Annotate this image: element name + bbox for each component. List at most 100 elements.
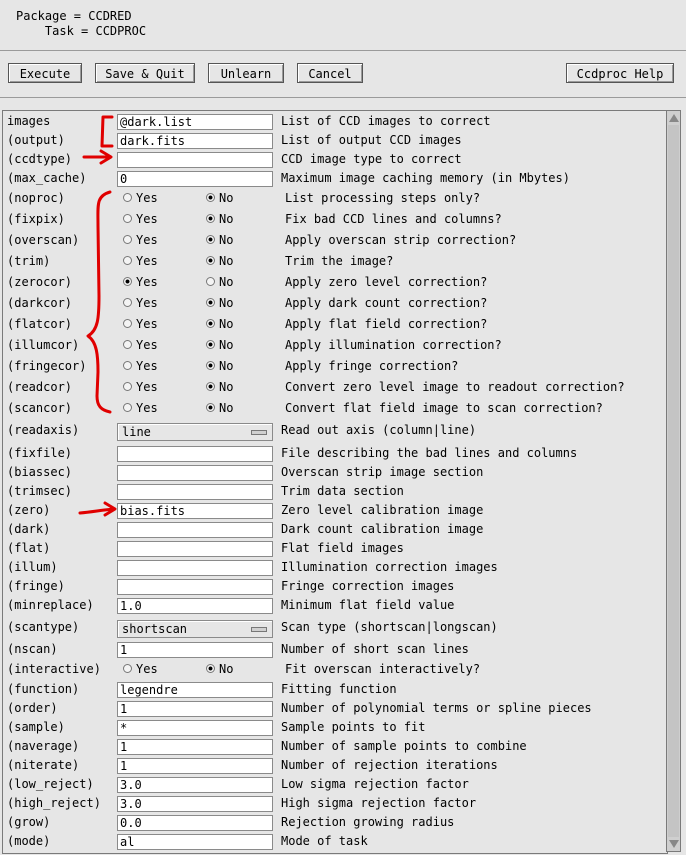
param-name: (output) (7, 133, 65, 147)
radio-yes[interactable] (123, 256, 132, 265)
param-description: Scan type (shortscan|longscan) (281, 620, 498, 634)
param-value-field[interactable]: 3.0 (117, 796, 273, 812)
radio-label-no[interactable]: No (219, 191, 233, 205)
radio-label-yes[interactable]: Yes (136, 254, 158, 268)
radio-label-no[interactable]: No (219, 317, 233, 331)
execute-button[interactable]: Execute (8, 63, 82, 83)
radio-label-yes[interactable]: Yes (136, 275, 158, 289)
param-value-field[interactable] (117, 579, 273, 595)
radio-no[interactable] (206, 298, 215, 307)
radio-no[interactable] (206, 664, 215, 673)
radio-no[interactable] (206, 319, 215, 328)
param-row: (overscan) Yes No Apply overscan strip corr… (3, 231, 667, 250)
radio-no[interactable] (206, 256, 215, 265)
param-description: Overscan strip image section (281, 465, 484, 479)
param-value-field[interactable]: 1 (117, 642, 273, 658)
param-row: (zerocor) Yes No Apply zero level correctio… (3, 273, 667, 292)
radio-label-no[interactable]: No (219, 338, 233, 352)
param-value-field[interactable] (117, 484, 273, 500)
radio-no[interactable] (206, 277, 215, 286)
radio-label-yes[interactable]: Yes (136, 662, 158, 676)
radio-label-no[interactable]: No (219, 359, 233, 373)
radio-yes[interactable] (123, 664, 132, 673)
radio-label-no[interactable]: No (219, 212, 233, 226)
radio-label-no[interactable]: No (219, 275, 233, 289)
radio-yes[interactable] (123, 340, 132, 349)
param-value-field[interactable]: 1 (117, 739, 273, 755)
param-value-field[interactable] (117, 152, 273, 168)
radio-label-no[interactable]: No (219, 401, 233, 415)
radio-no[interactable] (206, 235, 215, 244)
param-description: Trim data section (281, 484, 404, 498)
param-select[interactable]: shortscan (117, 620, 273, 638)
param-description: Fix bad CCD lines and columns? (285, 212, 502, 226)
param-name: (readcor) (7, 380, 73, 394)
param-row: (fixfile) File describing the bad lines a… (3, 444, 667, 463)
cancel-button[interactable]: Cancel (297, 63, 363, 83)
param-value-field[interactable]: * (117, 720, 273, 736)
param-value-field[interactable]: 3.0 (117, 777, 273, 793)
radio-yes[interactable] (123, 214, 132, 223)
param-value-field[interactable]: @dark.list (117, 114, 273, 130)
vertical-scrollbar[interactable] (666, 110, 681, 852)
radio-no[interactable] (206, 361, 215, 370)
radio-label-yes[interactable]: Yes (136, 191, 158, 205)
radio-label-yes[interactable]: Yes (136, 233, 158, 247)
radio-label-no[interactable]: No (219, 662, 233, 676)
radio-label-yes[interactable]: Yes (136, 317, 158, 331)
save-quit-button[interactable]: Save & Quit (95, 63, 195, 83)
param-name: (scancor) (7, 401, 73, 415)
param-value-field[interactable] (117, 465, 273, 481)
param-value-field[interactable]: bias.fits (117, 503, 273, 519)
param-row: (dark) Dark count calibration image (3, 520, 667, 539)
param-description: Apply fringe correction? (285, 359, 459, 373)
unlearn-button[interactable]: Unlearn (208, 63, 284, 83)
param-description: Read out axis (column|line) (281, 423, 477, 437)
radio-label-no[interactable]: No (219, 380, 233, 394)
param-value-field[interactable]: 1.0 (117, 598, 273, 614)
radio-label-yes[interactable]: Yes (136, 380, 158, 394)
radio-yes[interactable] (123, 235, 132, 244)
param-value-field[interactable] (117, 446, 273, 462)
param-row: (order) 1 Number of polynomial terms or sp… (3, 699, 667, 718)
param-value-field[interactable]: dark.fits (117, 133, 273, 149)
radio-yes[interactable] (123, 361, 132, 370)
radio-label-no[interactable]: No (219, 233, 233, 247)
param-row: (fixpix) Yes No Fix bad CCD lines and colum… (3, 210, 667, 229)
radio-no[interactable] (206, 382, 215, 391)
param-value-field[interactable] (117, 560, 273, 576)
scroll-down-icon[interactable] (669, 840, 679, 848)
radio-label-yes[interactable]: Yes (136, 296, 158, 310)
radio-label-yes[interactable]: Yes (136, 401, 158, 415)
param-name: (overscan) (7, 233, 80, 247)
radio-no[interactable] (206, 340, 215, 349)
radio-yes[interactable] (123, 298, 132, 307)
param-value-field[interactable]: 0.0 (117, 815, 273, 831)
param-value-field[interactable]: al (117, 834, 273, 850)
radio-yes[interactable] (123, 403, 132, 412)
radio-label-yes[interactable]: Yes (136, 338, 158, 352)
param-select[interactable]: line (117, 423, 273, 441)
param-value-field[interactable] (117, 522, 273, 538)
radio-yes[interactable] (123, 193, 132, 202)
help-button[interactable]: Ccdproc Help (566, 63, 674, 83)
scroll-track[interactable] (668, 125, 679, 837)
radio-label-yes[interactable]: Yes (136, 359, 158, 373)
param-description: File describing the bad lines and column… (281, 446, 578, 460)
radio-label-yes[interactable]: Yes (136, 212, 158, 226)
radio-yes[interactable] (123, 277, 132, 286)
param-value-field[interactable] (117, 541, 273, 557)
param-value-field[interactable]: legendre (117, 682, 273, 698)
radio-label-no[interactable]: No (219, 296, 233, 310)
radio-no[interactable] (206, 214, 215, 223)
param-value-field[interactable]: 0 (117, 171, 273, 187)
radio-yes[interactable] (123, 319, 132, 328)
radio-label-no[interactable]: No (219, 254, 233, 268)
scroll-up-icon[interactable] (669, 114, 679, 122)
param-value-field[interactable]: 1 (117, 758, 273, 774)
param-value-field[interactable]: 1 (117, 701, 273, 717)
radio-no[interactable] (206, 403, 215, 412)
radio-yes[interactable] (123, 382, 132, 391)
radio-no[interactable] (206, 193, 215, 202)
param-name: (mode) (7, 834, 51, 848)
